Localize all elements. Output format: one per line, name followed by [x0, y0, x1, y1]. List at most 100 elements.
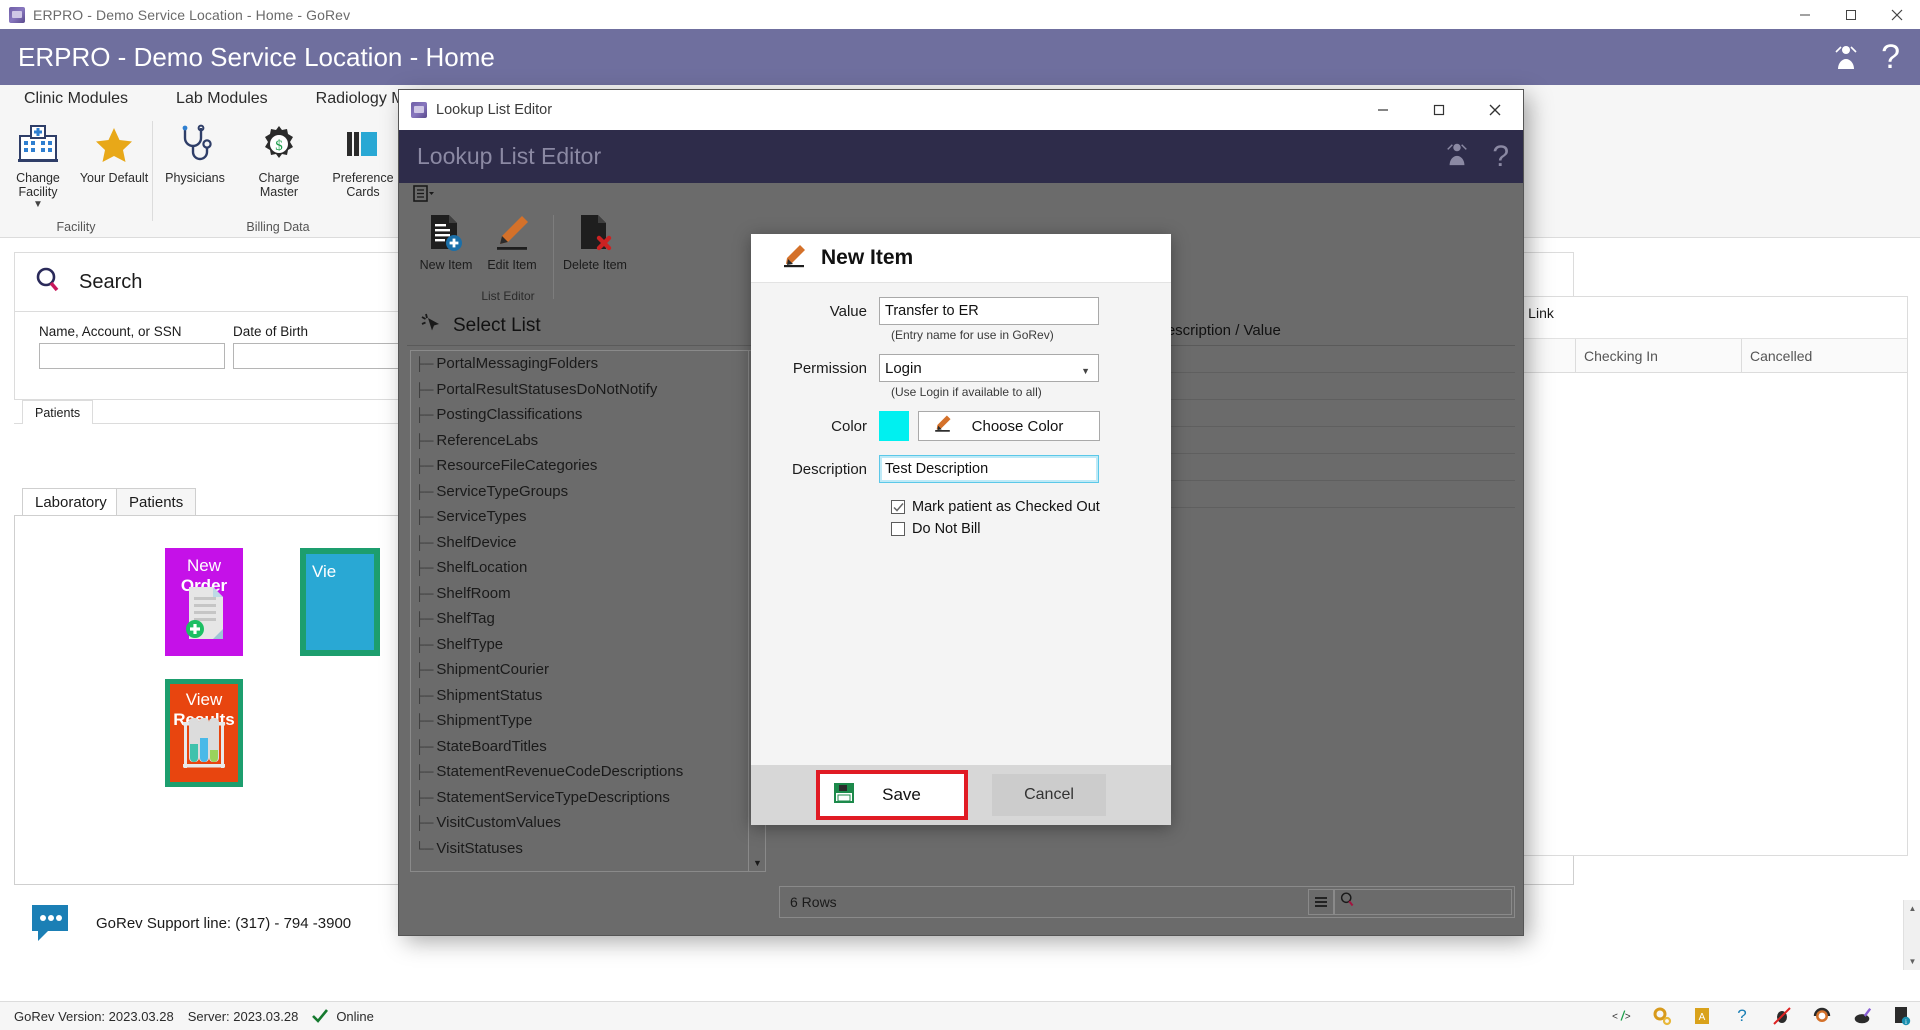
- date-of-birth-input[interactable]: [233, 343, 409, 369]
- select-list-item[interactable]: ├─ ShipmentType: [411, 708, 765, 734]
- tab-patients[interactable]: Patients: [116, 488, 197, 516]
- scroll-down-icon[interactable]: ▼: [1904, 953, 1920, 970]
- select-list-item[interactable]: ├─ ReferenceLabs: [411, 428, 765, 454]
- lookup-editor-close-button[interactable]: [1467, 90, 1523, 130]
- select-list-item[interactable]: ├─ StatementServiceTypeDescriptions: [411, 785, 765, 811]
- help-icon[interactable]: ?: [1881, 40, 1910, 74]
- scroll-down-icon[interactable]: ▼: [749, 854, 765, 871]
- select-list-item[interactable]: ├─ ServiceTypes: [411, 504, 765, 530]
- ribbon-button-preference-cards[interactable]: Preference Cards: [321, 119, 405, 200]
- select-list-item[interactable]: ├─ ShelfRoom: [411, 581, 765, 607]
- ribbon-divider: [553, 215, 554, 299]
- choose-color-label: Choose Color: [971, 417, 1064, 435]
- value-row: Value: [751, 297, 1171, 325]
- palette-icon[interactable]: [1852, 1006, 1872, 1026]
- bug-off-icon[interactable]: [1772, 1006, 1792, 1026]
- support-person-icon[interactable]: [1829, 40, 1863, 74]
- table-cell[interactable]: [1147, 400, 1515, 426]
- help-icon[interactable]: ?: [1732, 1006, 1752, 1026]
- lookup-editor-help-icon[interactable]: ?: [1492, 141, 1509, 172]
- new-item-dialog-footer: Save Cancel: [751, 765, 1171, 825]
- app-header-actions: ?: [1829, 29, 1910, 85]
- select-list-item[interactable]: ├─ ShelfLocation: [411, 555, 765, 581]
- do-not-bill-checkbox[interactable]: [891, 522, 905, 536]
- code-icon[interactable]: < >: [1612, 1006, 1632, 1026]
- select-list-item[interactable]: ├─ ShelfType: [411, 632, 765, 658]
- lookup-editor-maximize-button[interactable]: [1411, 90, 1467, 130]
- gears-icon[interactable]: [1652, 1006, 1672, 1026]
- ribbon-group-facility: Change Facility ▼ Your Default Facility: [0, 113, 152, 238]
- checked-out-checkbox[interactable]: [891, 500, 905, 514]
- select-list-box[interactable]: ├─ PortalMessagingFolders ├─ PortalResultSt…: [410, 350, 766, 872]
- choose-color-button[interactable]: Choose Color: [918, 411, 1100, 441]
- right-grid-col-cancelled[interactable]: Cancelled: [1741, 339, 1907, 372]
- select-list-item[interactable]: ├─ ShipmentCourier: [411, 657, 765, 683]
- right-grid-col-checking-in[interactable]: Checking In: [1575, 339, 1741, 372]
- color-swatch[interactable]: [879, 411, 909, 441]
- gear-dollar-icon: $: [259, 121, 299, 167]
- support-person-icon[interactable]: [1444, 141, 1470, 172]
- ribbon-button-charge-master[interactable]: $ Charge Master: [237, 119, 321, 200]
- description-input[interactable]: [879, 455, 1099, 483]
- search-icon: [1339, 891, 1356, 913]
- ribbon-button-your-default[interactable]: Your Default: [76, 119, 152, 185]
- tree-branch-icon: ├─: [415, 789, 434, 805]
- table-cell[interactable]: [1147, 373, 1515, 399]
- hospital-icon: [16, 121, 60, 167]
- cancel-button[interactable]: Cancel: [992, 774, 1106, 816]
- ribbon-label-change-facility: Change Facility: [16, 171, 60, 200]
- ribbon-tab-clinic-modules[interactable]: Clinic Modules: [0, 90, 152, 108]
- tile-view-partial[interactable]: Vie: [300, 548, 380, 656]
- tile-view-results[interactable]: View Results: [165, 679, 243, 787]
- link-button[interactable]: ^ Link: [1519, 305, 1554, 321]
- close-button[interactable]: [1874, 0, 1920, 29]
- name-account-ssn-input[interactable]: [39, 343, 225, 369]
- select-list-item[interactable]: ├─ ResourceFileCategories: [411, 453, 765, 479]
- save-button[interactable]: Save: [820, 774, 964, 816]
- value-input[interactable]: [879, 297, 1099, 325]
- select-list-item[interactable]: ├─ PortalMessagingFolders: [411, 351, 765, 377]
- permission-select[interactable]: Login ▼: [879, 354, 1099, 382]
- select-list-item[interactable]: ├─ StateBoardTitles: [411, 734, 765, 760]
- select-list-item[interactable]: └─ VisitStatuses: [411, 836, 765, 862]
- table-cell[interactable]: [1147, 454, 1515, 480]
- chevron-down-icon[interactable]: ▼: [33, 199, 43, 210]
- ribbon-button-physicians[interactable]: Physicians: [153, 119, 237, 185]
- checked-out-checkbox-row[interactable]: Mark patient as Checked Out: [891, 499, 1171, 515]
- select-list-item[interactable]: ├─ ServiceTypeGroups: [411, 479, 765, 505]
- minimize-button[interactable]: [1782, 0, 1828, 29]
- delete-item-icon: [575, 211, 615, 255]
- select-list-item[interactable]: ├─ PortalResultStatusesDoNotNotify: [411, 377, 765, 403]
- main-window-title: ERPRO - Demo Service Location - Home - G…: [33, 6, 351, 23]
- lookup-editor-minimize-button[interactable]: [1355, 90, 1411, 130]
- table-cell[interactable]: [1147, 481, 1515, 507]
- tile-new-order[interactable]: New Order: [165, 548, 243, 656]
- lookup-grid-col-description-value[interactable]: Description / Value: [1147, 306, 1515, 345]
- ribbon-button-change-facility[interactable]: Change Facility ▼: [0, 119, 76, 210]
- tab-laboratory[interactable]: Laboratory: [22, 488, 120, 516]
- document-info-icon[interactable]: i: [1892, 1006, 1912, 1026]
- headset-icon[interactable]: [1812, 1006, 1832, 1026]
- select-list-item[interactable]: ├─ ShipmentStatus: [411, 683, 765, 709]
- select-list-item[interactable]: ├─ ShelfTag: [411, 606, 765, 632]
- scroll-up-icon[interactable]: ▲: [1904, 900, 1920, 917]
- lookup-editor-window-controls: [1355, 90, 1523, 130]
- lookup-grid-search-input[interactable]: [1334, 889, 1512, 915]
- select-list-item-label: ShelfLocation: [436, 559, 528, 577]
- select-list-item[interactable]: ├─ PostingClassifications: [411, 402, 765, 428]
- table-cell[interactable]: [1147, 346, 1515, 372]
- do-not-bill-checkbox-row[interactable]: Do Not Bill: [891, 521, 1171, 537]
- select-list-item[interactable]: ├─ StatementRevenueCodeDescriptions: [411, 759, 765, 785]
- book-icon[interactable]: A: [1692, 1006, 1712, 1026]
- tree-branch-icon: ├─: [415, 509, 434, 525]
- table-cell[interactable]: [1147, 427, 1515, 453]
- tree-branch-icon: ├─: [415, 560, 434, 576]
- select-list-item[interactable]: ├─ ShelfDevice: [411, 530, 765, 556]
- right-scrollbar[interactable]: ▲ ▼: [1903, 900, 1920, 970]
- list-menu-icon[interactable]: [413, 184, 435, 208]
- ribbon-tab-lab-modules[interactable]: Lab Modules: [152, 90, 292, 108]
- maximize-button[interactable]: [1828, 0, 1874, 29]
- select-list-item[interactable]: ├─ VisitCustomValues: [411, 810, 765, 836]
- tab-patients-upper[interactable]: Patients: [22, 400, 94, 424]
- hamburger-icon[interactable]: [1308, 889, 1334, 915]
